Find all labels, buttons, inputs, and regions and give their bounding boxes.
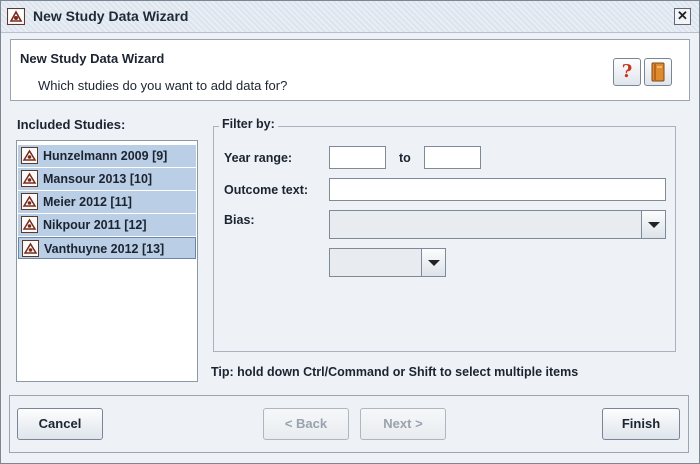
cancel-button[interactable]: Cancel [17,408,103,440]
study-label: Hunzelmann 2009 [9] [43,149,168,163]
window-title: New Study Data Wizard [33,8,189,24]
included-studies-label: Included Studies: [17,117,126,132]
book-icon [651,62,665,82]
study-label: Mansour 2013 [10] [43,172,153,186]
study-icon [21,170,38,187]
study-label: Vanthuyne 2012 [13] [44,242,165,256]
filter-legend: Filter by: [219,117,278,131]
chevron-down-icon[interactable] [641,211,665,238]
close-icon[interactable]: ✕ [674,8,691,25]
wizard-header: New Study Data Wizard Which studies do y… [10,39,690,101]
study-label: Nikpour 2011 [12] [43,218,147,232]
included-studies-list[interactable]: Hunzelmann 2009 [9] Mansour 2013 [10] Me… [16,140,198,382]
help-button[interactable]: ? [613,58,641,86]
year-range-label: Year range: [224,151,293,165]
year-to-input[interactable] [424,146,481,169]
outcome-text-label: Outcome text: [224,183,309,197]
back-button[interactable]: < Back [263,408,349,440]
bias-label: Bias: [224,213,255,227]
study-icon [22,240,39,257]
list-item[interactable]: Hunzelmann 2009 [9] [18,145,196,167]
study-label: Meier 2012 [11] [43,195,132,209]
book-button[interactable] [644,58,672,86]
app-icon [7,8,25,25]
page-title: New Study Data Wizard [20,51,165,66]
study-icon [21,193,38,210]
bias-dropdown[interactable] [329,210,666,239]
list-item[interactable]: Meier 2012 [11] [18,191,196,213]
list-item[interactable]: Nikpour 2011 [12] [18,214,196,236]
help-icon: ? [621,61,633,82]
next-button[interactable]: Next > [360,408,446,440]
button-bar [9,395,689,453]
page-subtitle: Which studies do you want to add data fo… [38,78,288,93]
tip-text: Tip: hold down Ctrl/Command or Shift to … [211,365,579,379]
year-from-input[interactable] [329,146,386,169]
chevron-down-icon[interactable] [421,249,445,276]
outcome-text-input[interactable] [329,178,666,201]
list-item[interactable]: Mansour 2013 [10] [18,168,196,190]
finish-button[interactable]: Finish [602,408,680,440]
list-item[interactable]: Vanthuyne 2012 [13] [18,237,196,259]
title-bar[interactable]: New Study Data Wizard ✕ [1,1,699,33]
to-label: to [399,151,411,165]
study-icon [21,216,38,233]
bias-sub-dropdown[interactable] [329,248,446,277]
study-icon [21,147,38,164]
